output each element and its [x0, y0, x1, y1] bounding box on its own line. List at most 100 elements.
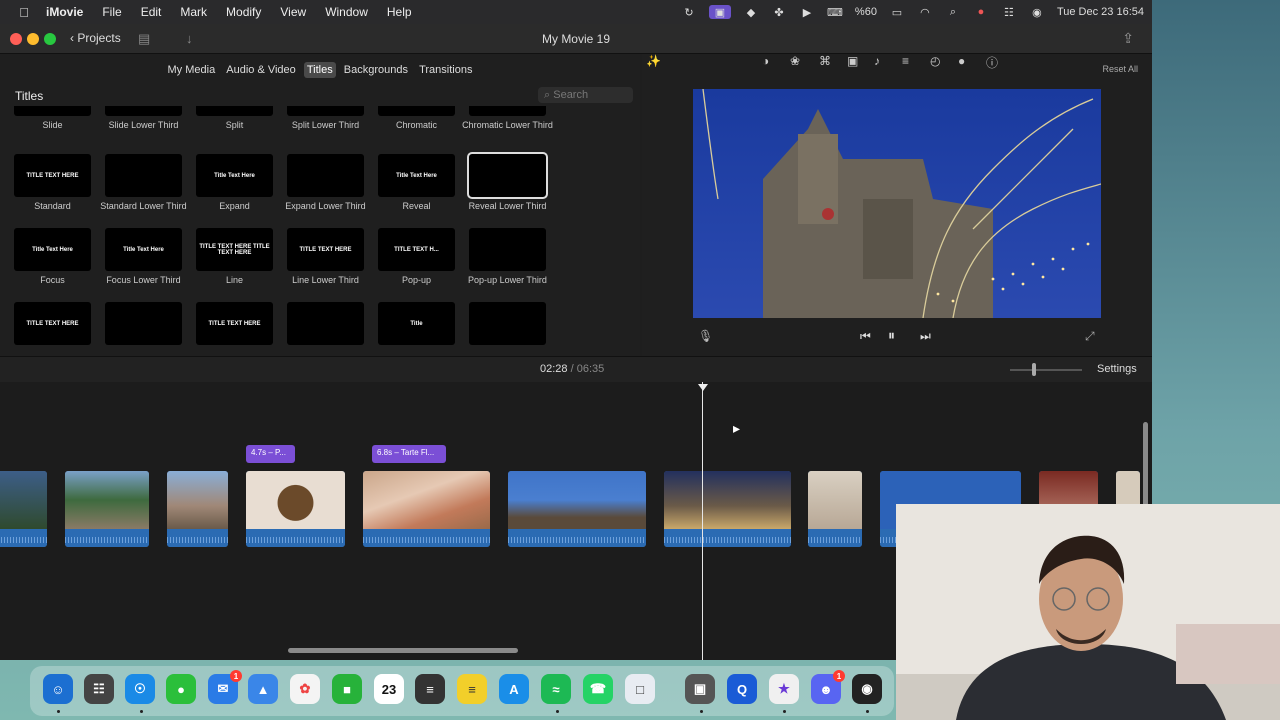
- title-tile[interactable]: Title Text Here Expand: [189, 154, 280, 211]
- menu-file[interactable]: File: [102, 5, 121, 19]
- tab-backgrounds[interactable]: Backgrounds: [341, 62, 411, 78]
- title-tile[interactable]: Title Text Here Focus: [7, 228, 98, 285]
- title-tile[interactable]: Title: [371, 302, 462, 349]
- magic-wand-icon[interactable]: ✨: [646, 54, 661, 68]
- title-tile[interactable]: TITLE TEXT HERE: [7, 302, 98, 349]
- zoom-slider-knob[interactable]: [1032, 363, 1036, 376]
- timeline-clip[interactable]: [808, 471, 862, 547]
- settings-button[interactable]: Settings: [1097, 363, 1137, 375]
- title-tile[interactable]: TITLE TEXT HERE Line Lower Third: [280, 228, 371, 285]
- finder-icon[interactable]: ☺: [43, 674, 73, 704]
- messages-icon[interactable]: ●: [166, 674, 196, 704]
- safari-icon[interactable]: ☉: [125, 674, 155, 704]
- preview-icon[interactable]: □: [625, 674, 655, 704]
- title-tile[interactable]: TITLE TEXT HERE Standard: [7, 154, 98, 211]
- battery-icon[interactable]: ▭: [889, 5, 905, 19]
- title-tile[interactable]: Reveal Lower Third: [462, 152, 553, 211]
- search-icon[interactable]: ⌕: [945, 5, 961, 19]
- menu-help[interactable]: Help: [387, 5, 412, 19]
- title-tile[interactable]: [98, 302, 189, 349]
- title-tile[interactable]: TITLE TEXT HERE: [189, 302, 280, 349]
- app-store-icon[interactable]: A: [499, 674, 529, 704]
- facetime-icon[interactable]: ■: [332, 674, 362, 704]
- discord-icon[interactable]: ☻ 1: [811, 670, 845, 704]
- volume-icon[interactable]: ♪: [874, 54, 880, 68]
- title-tile[interactable]: [280, 302, 371, 349]
- timeline-clip[interactable]: [65, 471, 149, 547]
- play-circle-icon[interactable]: ▶: [799, 5, 815, 19]
- apple-icon[interactable]: : [16, 5, 32, 20]
- timeline-clip[interactable]: [508, 471, 646, 547]
- menu-edit[interactable]: Edit: [141, 5, 162, 19]
- reminders-icon[interactable]: ≡: [415, 674, 445, 704]
- timeline-clip[interactable]: [363, 471, 490, 547]
- spotify-icon[interactable]: ≈: [541, 674, 571, 704]
- tab-transitions[interactable]: Transitions: [416, 62, 475, 78]
- notes-icon[interactable]: ≡: [457, 674, 487, 704]
- title-tile[interactable]: Chromatic Lower Third: [462, 106, 553, 130]
- timeline-clip[interactable]: [664, 471, 791, 547]
- tab-titles[interactable]: Titles: [303, 62, 336, 78]
- noise-reduction-icon[interactable]: ≡: [902, 54, 909, 68]
- title-tile[interactable]: Standard Lower Third: [98, 154, 189, 211]
- menu-mark[interactable]: Mark: [180, 5, 207, 19]
- timeline-clip[interactable]: [167, 471, 228, 547]
- skip-forward-icon[interactable]: ⏭︎: [920, 329, 931, 344]
- title-tile[interactable]: Chromatic: [371, 106, 462, 130]
- shield-icon[interactable]: ◆: [743, 5, 759, 19]
- color-correction-icon[interactable]: ❀: [790, 54, 800, 68]
- sync-icon[interactable]: ↻: [681, 5, 697, 19]
- quicktime-icon[interactable]: Q: [727, 674, 757, 704]
- title-tile[interactable]: TITLE TEXT HERE TITLE TEXT HERE Line: [189, 228, 280, 285]
- wifi-icon[interactable]: ◠: [917, 5, 933, 19]
- obs-icon[interactable]: ◉: [852, 674, 882, 704]
- reset-all-button[interactable]: Reset All: [1102, 64, 1138, 74]
- tab-my-media[interactable]: My Media: [165, 62, 219, 78]
- title-tile[interactable]: Slide Lower Third: [98, 106, 189, 130]
- tab-audio-video[interactable]: Audio & Video: [223, 62, 299, 78]
- crop-icon[interactable]: ⌘: [819, 54, 831, 68]
- siri-icon[interactable]: ◉: [1029, 5, 1045, 19]
- screen-record-icon[interactable]: ▣: [708, 5, 731, 19]
- info-icon[interactable]: ⓘ: [986, 54, 998, 71]
- playhead-handle[interactable]: [698, 384, 708, 391]
- title-tile[interactable]: [462, 302, 553, 349]
- speed-icon[interactable]: ◴: [930, 54, 940, 68]
- stabilization-icon[interactable]: ▣: [847, 54, 858, 68]
- imovie-icon[interactable]: ★: [769, 674, 799, 704]
- title-clip[interactable]: 4.7s – P...: [246, 445, 295, 463]
- horizontal-scrollbar[interactable]: [288, 648, 518, 653]
- calendar-icon[interactable]: 23: [374, 674, 404, 704]
- title-clip[interactable]: 6.8s – Tarte Fl...: [372, 445, 446, 463]
- battery-percent[interactable]: %60: [855, 5, 877, 19]
- user-avatar-icon[interactable]: ●: [973, 5, 989, 19]
- menu-window[interactable]: Window: [325, 5, 368, 19]
- keyboard-icon[interactable]: ⌨: [827, 5, 843, 19]
- timeline-clip[interactable]: [246, 471, 345, 547]
- menu-modify[interactable]: Modify: [226, 5, 261, 19]
- search-field[interactable]: ⌕ Search: [538, 87, 633, 103]
- color-balance-icon[interactable]: ◑: [762, 54, 769, 68]
- menu-app-name[interactable]: iMovie: [46, 5, 83, 19]
- maps-icon[interactable]: ▲: [248, 674, 278, 704]
- pause-icon[interactable]: ⏸︎: [888, 327, 895, 344]
- title-tile[interactable]: TITLE TEXT HERE Split: [189, 106, 280, 130]
- title-tile[interactable]: Split Lower Third: [280, 106, 371, 130]
- title-tile[interactable]: Pop-up Lower Third: [462, 228, 553, 285]
- photos-icon[interactable]: ✿: [290, 674, 320, 704]
- title-tile[interactable]: Expand Lower Third: [280, 154, 371, 211]
- timeline-clip[interactable]: [0, 471, 47, 547]
- menubar-clock[interactable]: Tue Dec 23 16:54: [1057, 5, 1144, 19]
- skip-back-icon[interactable]: ⏮︎: [860, 329, 871, 344]
- video-preview[interactable]: [693, 89, 1101, 318]
- fan-icon[interactable]: ✤: [771, 5, 787, 19]
- share-icon[interactable]: ⇪: [1122, 30, 1134, 47]
- title-tile[interactable]: Title Text Here Reveal: [371, 154, 462, 211]
- whatsapp-icon[interactable]: ☎: [583, 674, 613, 704]
- disk-utility-icon[interactable]: ▣: [685, 674, 715, 704]
- clip-filter-icon[interactable]: ●: [958, 54, 965, 68]
- mail-icon[interactable]: ✉ 1: [208, 670, 242, 704]
- menu-view[interactable]: View: [280, 5, 306, 19]
- microphone-icon[interactable]: 🎙︎: [698, 329, 713, 343]
- launchpad-icon[interactable]: ☷: [84, 674, 114, 704]
